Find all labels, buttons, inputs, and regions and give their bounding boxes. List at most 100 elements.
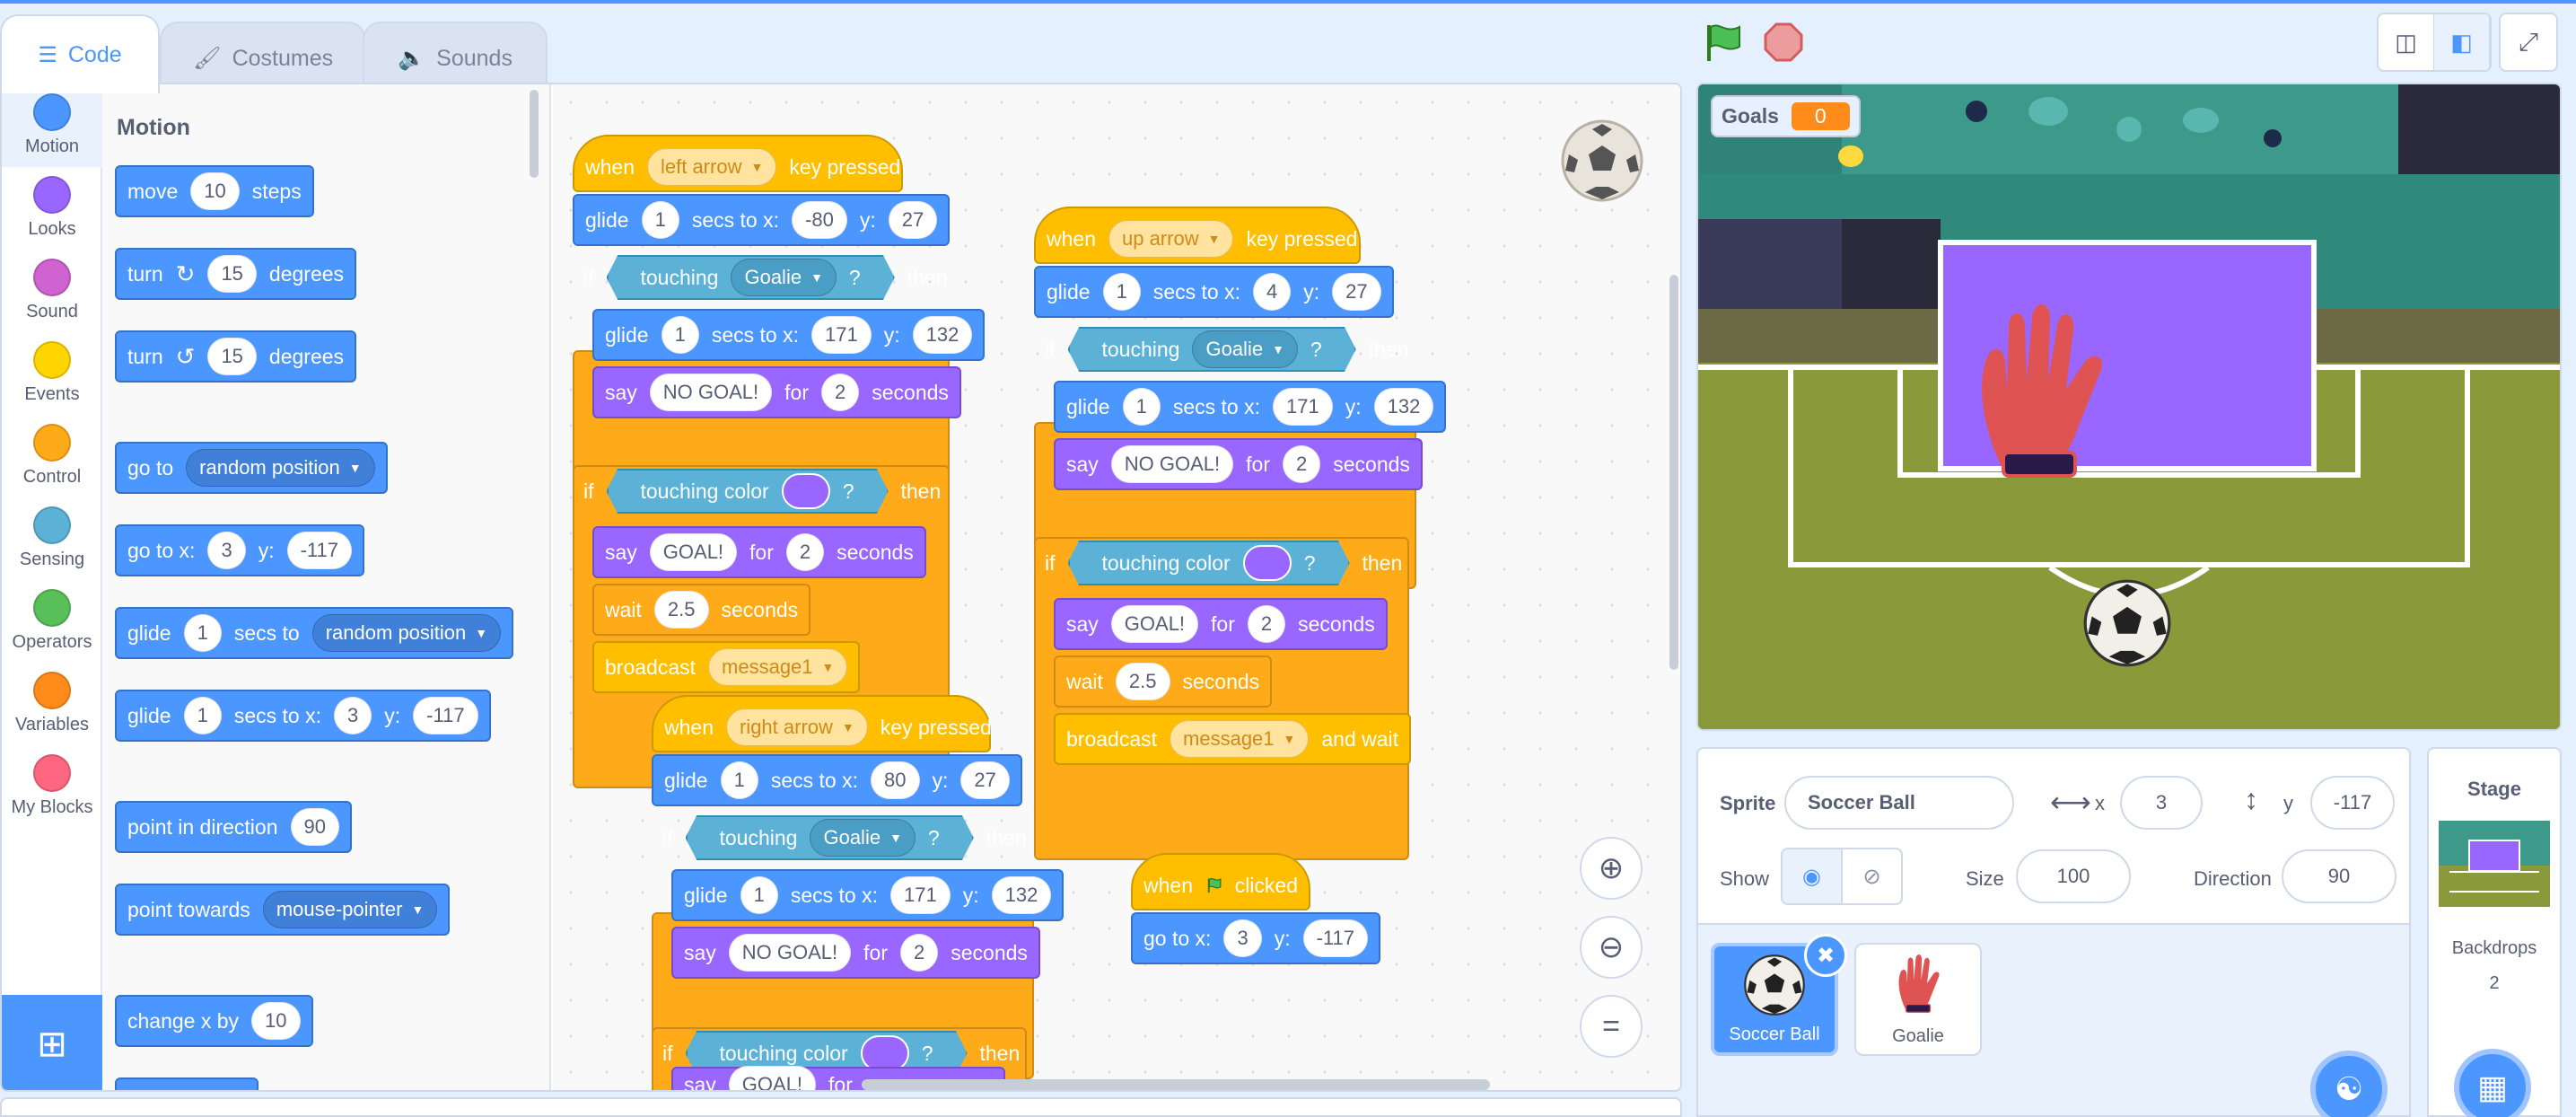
fullscreen-button[interactable]: ⤢ xyxy=(2499,13,2558,72)
block-say-for[interactable]: say NO GOAL! for 2 seconds xyxy=(1054,438,1423,490)
block-input[interactable]: 3 xyxy=(334,697,372,734)
block-input[interactable]: 132 xyxy=(912,316,973,354)
block-input[interactable]: 1 xyxy=(183,614,222,652)
hat-when-flag-clicked[interactable]: when clicked xyxy=(1131,853,1310,910)
block-input[interactable]: 132 xyxy=(1373,388,1434,426)
size-input[interactable]: 100 xyxy=(2016,849,2131,903)
y-position-input[interactable]: -117 xyxy=(2310,776,2395,830)
workspace-horizontal-scrollbar[interactable] xyxy=(862,1079,1490,1090)
block-input[interactable]: 2.5 xyxy=(653,591,709,629)
touching-condition[interactable]: touching Goalie ▼? xyxy=(685,815,974,860)
block-input[interactable]: NO GOAL! xyxy=(728,934,852,972)
block-wait[interactable]: wait 2.5 seconds xyxy=(1054,655,1273,708)
block-glide-xy[interactable]: glide 1 secs to x: 3 y: -117 xyxy=(115,690,491,742)
block-goto-xy[interactable]: go to x: 3 y: -117 xyxy=(115,524,364,576)
block-input[interactable]: 2 xyxy=(785,533,825,571)
block-input[interactable]: -117 xyxy=(413,697,478,734)
sprite-tile-goalie[interactable]: Goalie xyxy=(1854,943,1982,1056)
category-variables[interactable]: Variables xyxy=(2,663,102,745)
block-glide-xy[interactable]: glide 1 secs to x: 80 y: 27 xyxy=(652,754,1022,806)
block-say-for[interactable]: say GOAL! for 2 seconds xyxy=(592,526,926,578)
message-dropdown[interactable]: message1 ▼ xyxy=(1170,720,1310,758)
block-wait[interactable]: wait 2.5 seconds xyxy=(592,584,811,636)
block-input[interactable]: 4 xyxy=(1253,273,1292,311)
block-input[interactable]: 3 xyxy=(207,532,246,569)
block-if-touching-color[interactable]: if touching color? then xyxy=(573,465,950,517)
block-input[interactable]: -117 xyxy=(286,532,352,569)
tab-code[interactable]: ☰ Code xyxy=(0,14,160,93)
small-stage-button[interactable]: ◫ xyxy=(2379,14,2434,70)
stop-button[interactable] xyxy=(1763,22,1804,63)
block-input[interactable]: 27 xyxy=(1332,273,1381,311)
normal-stage-button[interactable]: ◧ xyxy=(2434,14,2490,70)
variable-monitor-goals[interactable]: Goals 0 xyxy=(1711,95,1861,137)
hat-when-key-pressed[interactable]: when left arrow ▼ key pressed xyxy=(573,135,903,192)
sprite-name-input[interactable]: Soccer Ball xyxy=(1784,776,2014,830)
block-input[interactable]: 1 xyxy=(661,316,699,354)
block-input[interactable]: 2.5 xyxy=(1115,663,1170,700)
workspace-vertical-scrollbar[interactable] xyxy=(1669,275,1678,670)
block-say-for[interactable]: say NO GOAL! for 2 seconds xyxy=(671,927,1040,979)
block-glide-xy[interactable]: glide 1 secs to x: -80 y: 27 xyxy=(573,194,951,246)
towards-target-dropdown[interactable]: mouse-pointer ▼ xyxy=(262,891,438,928)
stage-canvas[interactable]: Goals 0 xyxy=(1696,83,2562,731)
script-workspace[interactable]: when left arrow ▼ key pressed glide 1 secs to… xyxy=(553,84,1680,1090)
category-my-blocks[interactable]: My Blocks xyxy=(2,745,102,828)
zoom-out-button[interactable]: ⊖ xyxy=(1580,916,1643,979)
category-motion[interactable]: Motion xyxy=(2,84,102,167)
category-events[interactable]: Events xyxy=(2,332,102,415)
block-input[interactable]: -80 xyxy=(792,201,847,239)
category-sensing[interactable]: Sensing xyxy=(2,497,102,580)
hat-when-key-pressed[interactable]: when up arrow ▼ key pressed xyxy=(1034,207,1361,264)
choose-backdrop-button[interactable]: ▦ xyxy=(2454,1049,2531,1117)
block-input[interactable]: 10 xyxy=(251,1002,301,1040)
hide-button[interactable]: ⊘ xyxy=(1843,849,1901,903)
block-goto[interactable]: go to random position ▼ xyxy=(115,442,388,494)
key-dropdown[interactable]: left arrow ▼ xyxy=(646,148,777,186)
block-input[interactable]: GOAL! xyxy=(728,1066,817,1090)
block-input[interactable]: 1 xyxy=(740,876,778,914)
touching-color-condition[interactable]: touching color? xyxy=(606,469,889,514)
backpack-bar[interactable] xyxy=(0,1097,1682,1117)
block-if-touching[interactable]: if touching Goalie ▼? then xyxy=(1034,323,1416,375)
block-turn-right[interactable]: turn ↻ 15 degrees xyxy=(115,248,357,300)
block-glide-xy[interactable]: glide 1 secs to x: 171 y: 132 xyxy=(592,309,986,361)
block-partial[interactable] xyxy=(115,1077,258,1090)
block-input[interactable]: GOAL! xyxy=(649,533,738,571)
block-say-for[interactable]: say NO GOAL! for 2 seconds xyxy=(592,366,961,418)
block-input[interactable]: 90 xyxy=(290,808,339,846)
block-point-direction[interactable]: point in direction 90 xyxy=(115,801,352,853)
block-input[interactable]: 15 xyxy=(207,338,257,375)
show-button[interactable]: ◉ xyxy=(1783,849,1843,903)
block-if-touching[interactable]: if touching Goalie ▼? then xyxy=(652,812,1034,864)
touching-color-condition[interactable]: touching color? xyxy=(1067,541,1350,585)
block-input[interactable]: 171 xyxy=(1273,388,1333,426)
block-glide-to[interactable]: glide 1 secs to random position ▼ xyxy=(115,607,514,659)
category-sound[interactable]: Sound xyxy=(2,250,102,332)
key-dropdown[interactable]: right arrow ▼ xyxy=(725,708,868,746)
color-swatch[interactable] xyxy=(781,473,830,509)
delete-sprite-button[interactable]: ✖ xyxy=(1804,934,1847,977)
green-flag-button[interactable] xyxy=(1702,22,1743,63)
block-point-towards[interactable]: point towards mouse-pointer ▼ xyxy=(115,884,451,936)
goto-target-dropdown[interactable]: random position ▼ xyxy=(186,449,375,487)
zoom-in-button[interactable]: ⊕ xyxy=(1580,837,1643,900)
block-glide-xy[interactable]: glide 1 secs to x: 4 y: 27 xyxy=(1034,266,1394,318)
block-input[interactable]: 132 xyxy=(991,876,1052,914)
block-input[interactable]: NO GOAL! xyxy=(649,374,773,411)
direction-input[interactable]: 90 xyxy=(2282,849,2396,903)
palette-scrollbar[interactable] xyxy=(530,90,539,178)
block-input[interactable]: 171 xyxy=(890,876,951,914)
touching-object-dropdown[interactable]: Goalie ▼ xyxy=(810,819,916,857)
touching-object-dropdown[interactable]: Goalie ▼ xyxy=(731,259,837,296)
category-looks[interactable]: Looks xyxy=(2,167,102,250)
block-input[interactable]: NO GOAL! xyxy=(1110,445,1234,483)
block-input[interactable]: 1 xyxy=(1102,273,1141,311)
touching-object-dropdown[interactable]: Goalie ▼ xyxy=(1192,330,1298,368)
block-broadcast-and-wait[interactable]: broadcast message1 ▼ and wait xyxy=(1054,713,1412,765)
block-glide-xy[interactable]: glide 1 secs to x: 171 y: 132 xyxy=(671,869,1065,921)
block-if-touching-color[interactable]: if touching color? then xyxy=(1034,537,1409,589)
block-if-touching[interactable]: if touching Goalie ▼? then xyxy=(573,251,950,303)
block-input[interactable]: 2 xyxy=(1247,605,1286,643)
touching-condition[interactable]: touching Goalie ▼? xyxy=(1067,327,1356,372)
